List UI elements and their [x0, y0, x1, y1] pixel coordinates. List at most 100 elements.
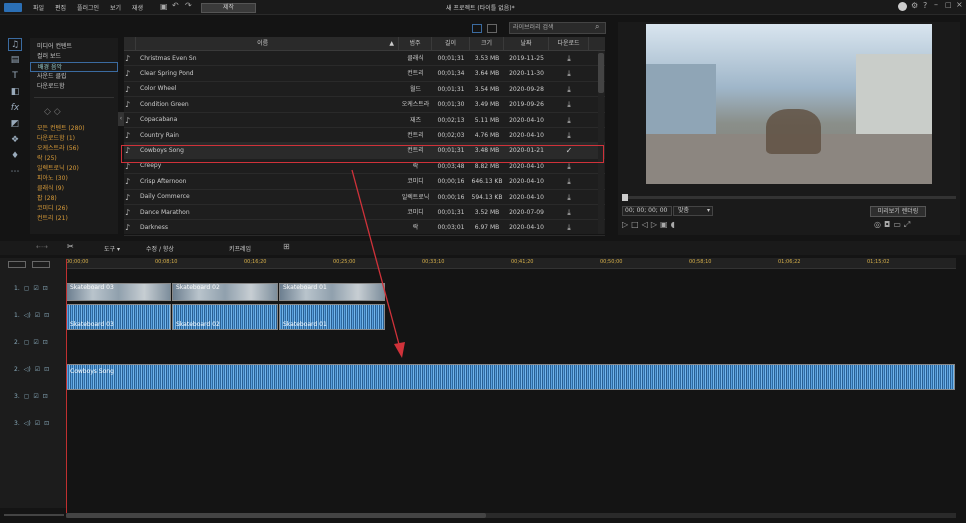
track-enable-checkbox[interactable]: ☑ [33, 285, 38, 292]
col-download[interactable]: 다운로드 [549, 37, 589, 50]
redo-icon[interactable]: ↷ [185, 1, 192, 10]
minimize-icon[interactable]: – [934, 0, 938, 9]
table-row[interactable]: ♪ Copacabana 재즈 00;02;13 5.11 MB 2020-04-10 ⤓ [124, 113, 605, 128]
download-icon[interactable]: ⤓ [549, 190, 589, 204]
record-icon[interactable]: ◎ [874, 220, 884, 229]
col-date[interactable]: 날짜 [504, 37, 549, 50]
download-icon[interactable]: ⤓ [549, 174, 589, 188]
track-enable-checkbox[interactable]: ☑ [35, 420, 40, 427]
table-row[interactable]: ♪ Clear Spring Pond 컨트리 00;01;34 3.64 MB 2020… [124, 66, 605, 82]
lock-icon[interactable]: ⊡ [44, 420, 49, 427]
3d-icon[interactable]: ▭ [893, 220, 904, 229]
lib-bgm[interactable]: 배경 음악 [30, 62, 118, 72]
next-frame-icon[interactable]: ▷ [651, 220, 660, 229]
fix-enhance-button[interactable]: 수정 / 향상 [146, 244, 174, 253]
timeline-ruler[interactable]: 00;00;00 00;08;10 00;16;20 00;25;00 00;33;10… [66, 258, 956, 269]
more-icon[interactable]: ⋯ [8, 166, 22, 179]
playhead[interactable] [66, 259, 67, 513]
download-icon[interactable]: ⤓ [549, 82, 589, 96]
audio-room-icon[interactable]: ♦ [8, 150, 22, 163]
track-enable-checkbox[interactable]: ☑ [33, 393, 38, 400]
track-enable-checkbox[interactable]: ☑ [33, 339, 38, 346]
cat-classic[interactable]: 클래식 (9) [30, 184, 118, 194]
prev-frame-icon[interactable]: ◁ [642, 220, 651, 229]
account-icon[interactable] [898, 2, 907, 11]
video-clip-2[interactable]: Skateboard 02 [172, 283, 278, 301]
maximize-icon[interactable]: □ [945, 1, 952, 9]
media-room-icon[interactable]: ♫ [8, 38, 22, 51]
table-row[interactable]: ♪ Christmas Even Sn 클래식 00;01;31 3.53 MB 2019… [124, 51, 605, 67]
camera-icon[interactable]: ◘ [884, 220, 893, 229]
library-search-input[interactable]: 라이브러리 검색 [509, 22, 606, 34]
col-category[interactable]: 범주 [399, 37, 432, 50]
fit-select[interactable]: 맞춤 ▾ [673, 206, 713, 216]
cat-comedy[interactable]: 코미디 (26) [30, 204, 118, 214]
table-row[interactable]: ♪ Country Rain 컨트리 00;02;03 4.76 MB 2020-04-1… [124, 128, 605, 144]
preview-render-button[interactable]: 미리보기 렌더링 [870, 206, 926, 217]
lib-media-content[interactable]: 미디어 컨텐트 [30, 42, 118, 52]
download-icon[interactable]: ⤓ [549, 66, 589, 80]
lib-sound-clip[interactable]: 사운드 클립 [30, 72, 118, 82]
table-row[interactable]: ♪ Color Wheel 월드 00;01;31 3.54 MB 2020-09-28 ⤓ [124, 82, 605, 98]
lock-icon[interactable]: ⊡ [44, 312, 49, 319]
track-enable-checkbox[interactable]: ☑ [35, 312, 40, 319]
col-name[interactable]: 이름 ▲ [136, 37, 399, 50]
grid-view-icon[interactable] [472, 24, 482, 33]
download-icon[interactable]: ⤓ [549, 51, 589, 65]
cat-country[interactable]: 컨트리 (21) [30, 214, 118, 224]
fit-timeline-icon[interactable] [32, 260, 50, 268]
marker-icon[interactable]: ⊞ [283, 242, 290, 251]
audio-clip-2[interactable]: Skateboard 02 [172, 304, 278, 330]
download-icon[interactable]: ⤓ [549, 128, 589, 142]
close-icon[interactable]: × [956, 0, 963, 9]
save-icon[interactable]: ▣ [160, 2, 168, 11]
lock-icon[interactable]: ⊡ [43, 393, 48, 400]
download-icon[interactable]: ⤓ [549, 97, 589, 111]
cat-downloads[interactable]: 다운로드함 (1) [30, 134, 118, 144]
download-icon[interactable]: ⤓ [549, 220, 589, 234]
preview-scrubber[interactable] [622, 194, 956, 201]
settings-icon[interactable]: ⚙ [911, 1, 918, 10]
col-length[interactable]: 길이 [432, 37, 470, 50]
search-icon[interactable]: ⌕ [595, 22, 599, 32]
cat-electronic[interactable]: 일렉트로닉 (20) [30, 164, 118, 174]
menu-file[interactable]: 파일 [33, 5, 44, 12]
cat-orchestra[interactable]: 오케스트라 (56) [30, 144, 118, 154]
menu-play[interactable]: 재생 [132, 5, 143, 12]
table-row[interactable]: ♪ Condition Green 오케스트라 00;01;30 3.49 MB 2019… [124, 97, 605, 113]
lib-color-board[interactable]: 컬러 보드 [30, 52, 118, 62]
undo-icon[interactable]: ↶ [172, 1, 179, 10]
timeline-hscroll[interactable] [66, 513, 956, 518]
transition-room-icon[interactable]: ◧ [8, 86, 22, 99]
audio-clip-1[interactable]: Skateboard 03 [66, 304, 171, 330]
snapshot-icon[interactable]: ▣ [660, 220, 671, 229]
title-room-icon[interactable]: T [8, 70, 22, 83]
effect-room-icon[interactable]: fx [8, 102, 22, 115]
lock-icon[interactable]: ⊡ [43, 339, 48, 346]
track-enable-checkbox[interactable]: ☑ [35, 366, 40, 373]
tools-menu[interactable]: 도구 ▾ [104, 244, 120, 253]
arrange-icon[interactable]: ⇠⇢ [36, 243, 48, 251]
stop-icon[interactable]: □ [631, 220, 642, 229]
download-icon[interactable]: ⤓ [549, 113, 589, 127]
keyframe-button[interactable]: 키프레임 [229, 244, 251, 253]
timecode-display[interactable]: 00; 00; 00; 00 [622, 206, 672, 216]
cat-pop[interactable]: 팝 (28) [30, 194, 118, 204]
pip-room-icon[interactable]: ◩ [8, 118, 22, 131]
produce-button[interactable]: 제작 [201, 3, 256, 13]
menu-plugin[interactable]: 플러그인 [77, 5, 99, 12]
table-scrollbar[interactable] [598, 51, 604, 234]
cat-rock[interactable]: 락 (25) [30, 154, 118, 164]
particle-room-icon[interactable]: ❖ [8, 134, 22, 147]
music-clip[interactable]: Cowboys Song [66, 364, 955, 390]
lib-downloads[interactable]: 다운로드함 [30, 82, 118, 92]
cat-piano[interactable]: 피아노 (30) [30, 174, 118, 184]
menu-view[interactable]: 보기 [110, 5, 121, 12]
help-icon[interactable]: ? [923, 1, 927, 10]
menu-edit[interactable]: 편집 [55, 5, 66, 12]
lock-icon[interactable]: ⊡ [44, 366, 49, 373]
tag-icons[interactable]: ◇ ◇ [44, 107, 61, 117]
cat-all[interactable]: 모든 컨텐트 (280) [30, 124, 118, 134]
list-view-icon[interactable] [487, 24, 497, 33]
lock-icon[interactable]: ⊡ [43, 285, 48, 292]
